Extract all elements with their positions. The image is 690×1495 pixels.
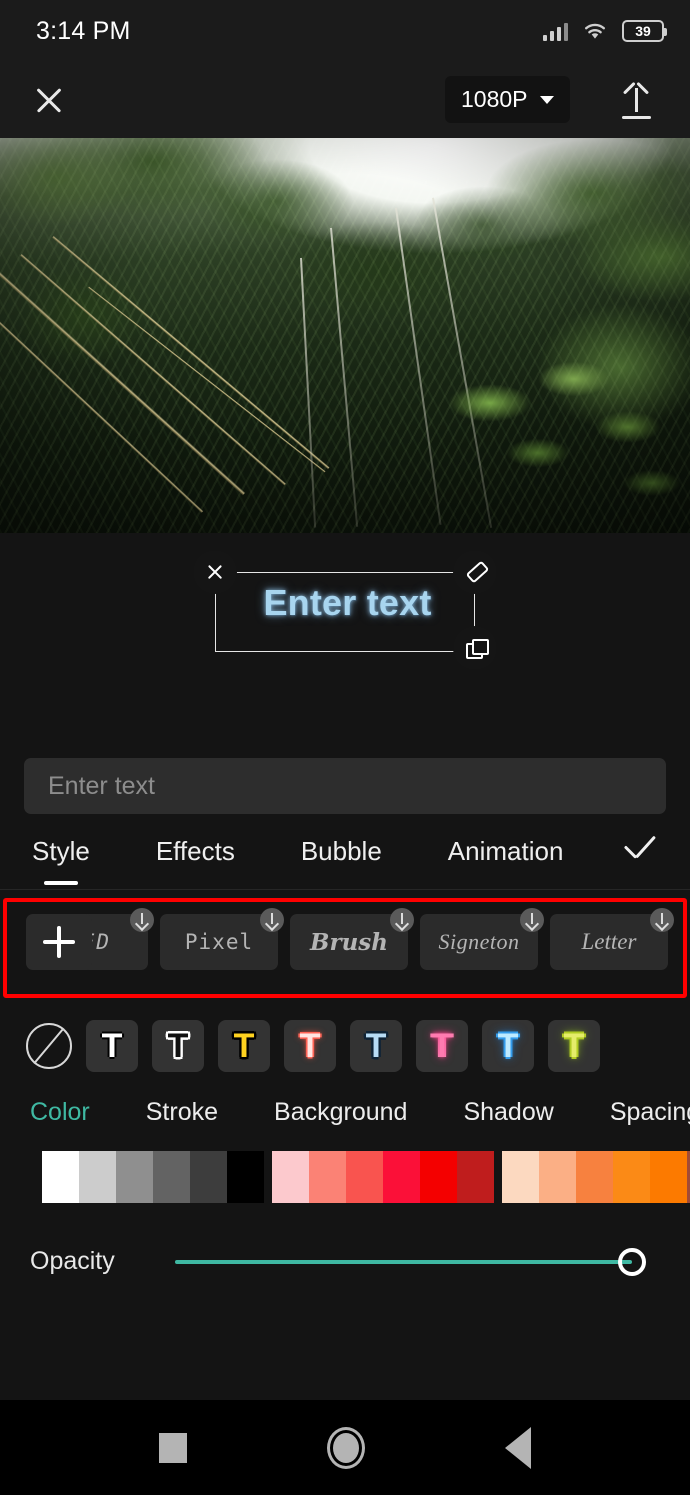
signal-icon: [542, 21, 568, 41]
add-font-button[interactable]: [26, 914, 92, 970]
prop-stroke[interactable]: Stroke: [146, 1098, 218, 1127]
color-swatch[interactable]: [383, 1151, 420, 1203]
preset-green-neon[interactable]: T: [548, 1020, 600, 1072]
tab-animation[interactable]: Animation: [448, 836, 564, 867]
color-swatch[interactable]: [227, 1151, 264, 1203]
font-tile-letter[interactable]: Letter: [550, 908, 674, 970]
recents-icon[interactable]: [159, 1432, 187, 1463]
overlay-text[interactable]: Enter text: [240, 582, 455, 624]
preset-light-blue[interactable]: T: [350, 1020, 402, 1072]
tab-bubble[interactable]: Bubble: [301, 836, 382, 867]
battery-icon: 39: [622, 20, 667, 42]
color-swatch[interactable]: [42, 1151, 79, 1203]
font-label: Brush: [310, 928, 388, 956]
resolution-selector[interactable]: 1080P: [445, 76, 570, 123]
download-icon[interactable]: [390, 908, 414, 932]
color-swatch[interactable]: [650, 1151, 687, 1203]
back-icon[interactable]: [505, 1426, 531, 1469]
preset-black-outline[interactable]: T: [152, 1020, 204, 1072]
android-nav-bar: [0, 1400, 690, 1495]
preset-blue-neon[interactable]: T: [482, 1020, 534, 1072]
overlay-edit-handle[interactable]: [453, 550, 497, 594]
text-preset-list: T T T T T T T T: [0, 998, 690, 1072]
tab-style[interactable]: Style: [32, 836, 90, 867]
status-time: 3:14 PM: [36, 16, 131, 45]
pencil-icon: [465, 562, 485, 582]
chevron-down-icon: [539, 95, 554, 104]
text-input-field[interactable]: Enter text: [24, 758, 666, 814]
color-swatch[interactable]: [309, 1151, 346, 1203]
font-tile-brush[interactable]: Brush: [290, 908, 414, 970]
opacity-control: Opacity: [0, 1203, 690, 1276]
resolution-label: 1080P: [461, 86, 528, 112]
preset-pink-glow[interactable]: T: [284, 1020, 336, 1072]
color-swatch[interactable]: [457, 1151, 494, 1203]
battery-level: 39: [635, 23, 651, 39]
color-swatch[interactable]: [79, 1151, 116, 1203]
opacity-track: [175, 1259, 632, 1264]
home-icon[interactable]: [327, 1426, 365, 1469]
font-tile-pixel[interactable]: Pixel: [160, 908, 284, 970]
color-palette[interactable]: [42, 1151, 690, 1203]
color-group-oranges: [502, 1151, 690, 1203]
download-icon[interactable]: [520, 908, 544, 932]
download-icon[interactable]: [650, 908, 674, 932]
color-swatch[interactable]: [576, 1151, 613, 1203]
editor-tabs: Style Effects Bubble Animation: [0, 814, 690, 890]
tab-effects[interactable]: Effects: [156, 836, 235, 867]
color-group-reds: [272, 1151, 494, 1203]
opacity-slider[interactable]: [175, 1247, 646, 1276]
download-icon[interactable]: [130, 908, 154, 932]
confirm-check-icon[interactable]: [622, 836, 664, 866]
color-group-grayscale: [42, 1151, 264, 1203]
app-root: 3:14 PM 39 1080P Enter text Enter text S…: [0, 0, 690, 1495]
copy-icon: [465, 638, 489, 659]
text-input-placeholder: Enter text: [48, 771, 155, 800]
overlay-duplicate-handle[interactable]: [453, 626, 497, 670]
color-swatch[interactable]: [272, 1151, 309, 1203]
font-label: Signeton: [438, 929, 520, 954]
top-toolbar: 1080P: [0, 62, 690, 138]
prop-background[interactable]: Background: [274, 1098, 407, 1127]
close-icon: [205, 562, 225, 582]
color-swatch[interactable]: [502, 1151, 539, 1203]
prop-spacing[interactable]: Spacing: [610, 1098, 690, 1127]
font-list[interactable]: LED Pixel Brush Signeton Letter: [0, 898, 690, 970]
video-frame: [0, 138, 690, 533]
color-swatch[interactable]: [346, 1151, 383, 1203]
font-label: Pixel: [184, 930, 254, 954]
video-preview[interactable]: Enter text: [0, 138, 690, 670]
color-swatch[interactable]: [116, 1151, 153, 1203]
color-swatch[interactable]: [190, 1151, 227, 1203]
font-selector-section: LED Pixel Brush Signeton Letter: [0, 898, 690, 998]
color-swatch[interactable]: [613, 1151, 650, 1203]
font-label: Letter: [581, 929, 637, 954]
wifi-icon: [585, 23, 605, 39]
overlay-delete-handle[interactable]: [193, 550, 237, 594]
export-icon[interactable]: [620, 82, 654, 122]
prop-shadow[interactable]: Shadow: [463, 1098, 553, 1127]
preset-white[interactable]: T: [86, 1020, 138, 1072]
status-icons: 39: [542, 20, 667, 42]
close-icon[interactable]: [26, 77, 72, 123]
property-tabs: Color Stroke Background Shadow Spacing B…: [0, 1072, 690, 1127]
font-tile-signeton[interactable]: Signeton: [420, 908, 544, 970]
preset-pink[interactable]: T: [416, 1020, 468, 1072]
preset-none-icon[interactable]: [26, 1023, 72, 1069]
opacity-label: Opacity: [30, 1247, 115, 1275]
color-swatch[interactable]: [420, 1151, 457, 1203]
color-swatch[interactable]: [153, 1151, 190, 1203]
color-swatch[interactable]: [539, 1151, 576, 1203]
prop-color[interactable]: Color: [30, 1098, 90, 1127]
opacity-knob[interactable]: [618, 1247, 646, 1276]
editor-panel: Enter text Style Effects Bubble Animatio…: [0, 740, 690, 1400]
preset-yellow[interactable]: T: [218, 1020, 270, 1072]
status-bar: 3:14 PM 39: [0, 0, 690, 62]
download-icon[interactable]: [260, 908, 284, 932]
